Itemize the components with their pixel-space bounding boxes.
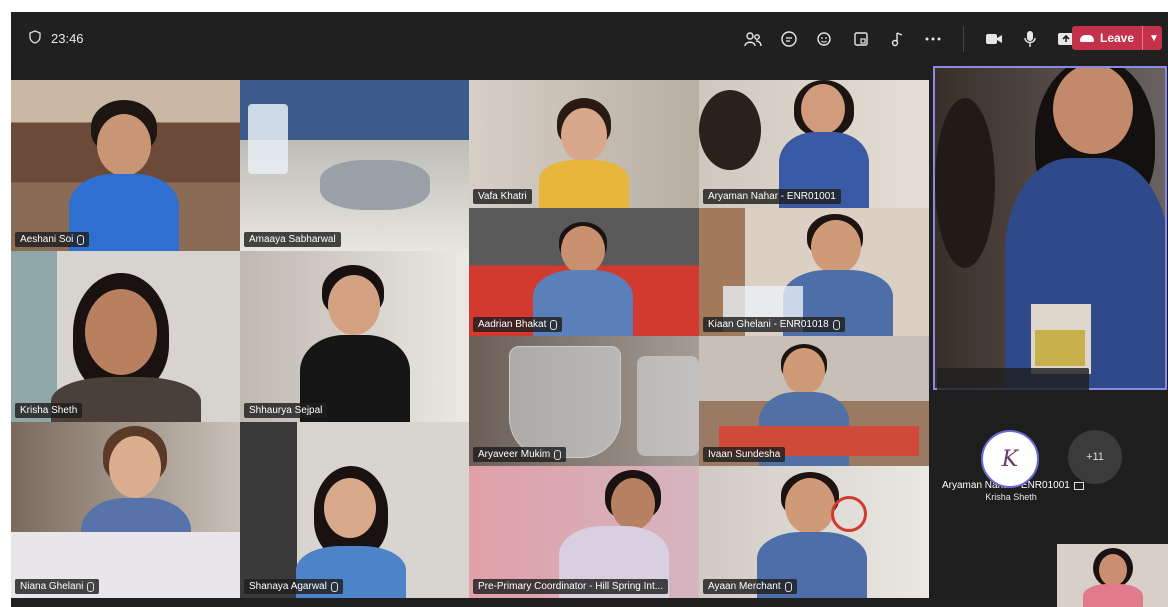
video-tile[interactable]: Shhaurya Sejpal	[240, 251, 469, 422]
participant-name: Amaaya Sabharwal	[244, 232, 341, 247]
participant-name: Vafa Khatri	[473, 189, 532, 204]
video-tile[interactable]: Aeshani Soi	[11, 80, 240, 251]
leave-label: Leave	[1100, 31, 1135, 45]
rooms-icon[interactable]	[849, 27, 873, 51]
leave-button[interactable]: Leave ▼	[1072, 26, 1162, 50]
mic-icon[interactable]	[1018, 27, 1042, 51]
participant-name: Ivaan Sundesha	[703, 447, 786, 462]
participant-name: Aeshani Soi	[15, 232, 90, 247]
video-grid: Aeshani Soi Amaaya Sabharwal Vafa Khatri	[11, 80, 929, 598]
meeting-timer: 23:46	[51, 31, 84, 46]
video-tile[interactable]: Pre-Primary Coordinator - Hill Spring In…	[469, 466, 699, 598]
phone-icon	[1080, 34, 1094, 42]
mic-muted-icon	[87, 581, 95, 592]
participant-name: Pre-Primary Coordinator - Hill Spring In…	[473, 579, 669, 594]
toolbar-divider	[963, 26, 964, 52]
participant-name: Aryaman Nahar - ENR01001	[703, 189, 841, 204]
participant-name: Ayaan Merchant	[703, 579, 797, 594]
self-view[interactable]	[1057, 544, 1168, 607]
video-tile[interactable]: Shanaya Agarwal	[240, 422, 469, 598]
video-tile[interactable]: Amaaya Sabharwal	[240, 80, 469, 251]
spotlight-video[interactable]	[933, 66, 1167, 390]
mic-muted-icon	[784, 581, 792, 592]
avatar-name: Krisha Sheth	[985, 492, 1037, 502]
screen-share-icon	[1073, 481, 1084, 490]
video-tile[interactable]: Krisha Sheth	[11, 251, 240, 422]
chat-icon[interactable]	[777, 27, 801, 51]
mic-muted-icon	[554, 449, 562, 460]
video-tile[interactable]: Ivaan Sundesha	[699, 336, 929, 466]
video-tile[interactable]: Aryaveer Mukim	[469, 336, 699, 466]
participant-name: Krisha Sheth	[15, 403, 83, 418]
video-tile[interactable]: Kiaan Ghelani - ENR01018	[699, 208, 929, 336]
video-tile[interactable]: Vafa Khatri	[469, 80, 699, 208]
teams-meeting-window: 23:46 Leave ▼ Aeshani Soi Amaaya Sabharw…	[11, 12, 1168, 607]
participant-name: Aadrian Bhakat	[473, 317, 563, 332]
mic-muted-icon	[550, 319, 558, 330]
mic-muted-icon	[77, 234, 85, 245]
mic-muted-icon	[330, 581, 338, 592]
participant-name: Shanaya Agarwal	[244, 579, 343, 594]
more-icon[interactable]	[921, 27, 945, 51]
participant-name: Kiaan Ghelani - ENR01018	[703, 317, 845, 332]
video-tile[interactable]: Aryaman Nahar - ENR01001	[699, 80, 929, 208]
apps-icon[interactable]	[885, 27, 909, 51]
reactions-icon[interactable]	[813, 27, 837, 51]
video-tile[interactable]: Niana Ghelani	[11, 422, 240, 598]
chevron-down-icon[interactable]: ▼	[1149, 33, 1159, 44]
video-tile[interactable]: Aadrian Bhakat	[469, 208, 699, 336]
leave-divider	[1142, 26, 1144, 50]
meeting-info: 23:46	[29, 30, 84, 47]
camera-icon[interactable]	[982, 27, 1006, 51]
participant-name: Aryaveer Mukim	[473, 447, 567, 462]
meeting-toolbar: 23:46 Leave ▼	[11, 12, 1168, 64]
shield-icon[interactable]	[29, 30, 41, 47]
mic-muted-icon	[832, 319, 840, 330]
more-participants-button[interactable]: +11	[1068, 430, 1122, 484]
participant-name: Shhaurya Sejpal	[244, 403, 328, 418]
video-tile[interactable]: Ayaan Merchant	[699, 466, 929, 598]
participant-name: Niana Ghelani	[15, 579, 100, 594]
toolbar-actions	[741, 26, 1078, 52]
avatar[interactable]: K	[981, 430, 1039, 488]
people-icon[interactable]	[741, 27, 765, 51]
